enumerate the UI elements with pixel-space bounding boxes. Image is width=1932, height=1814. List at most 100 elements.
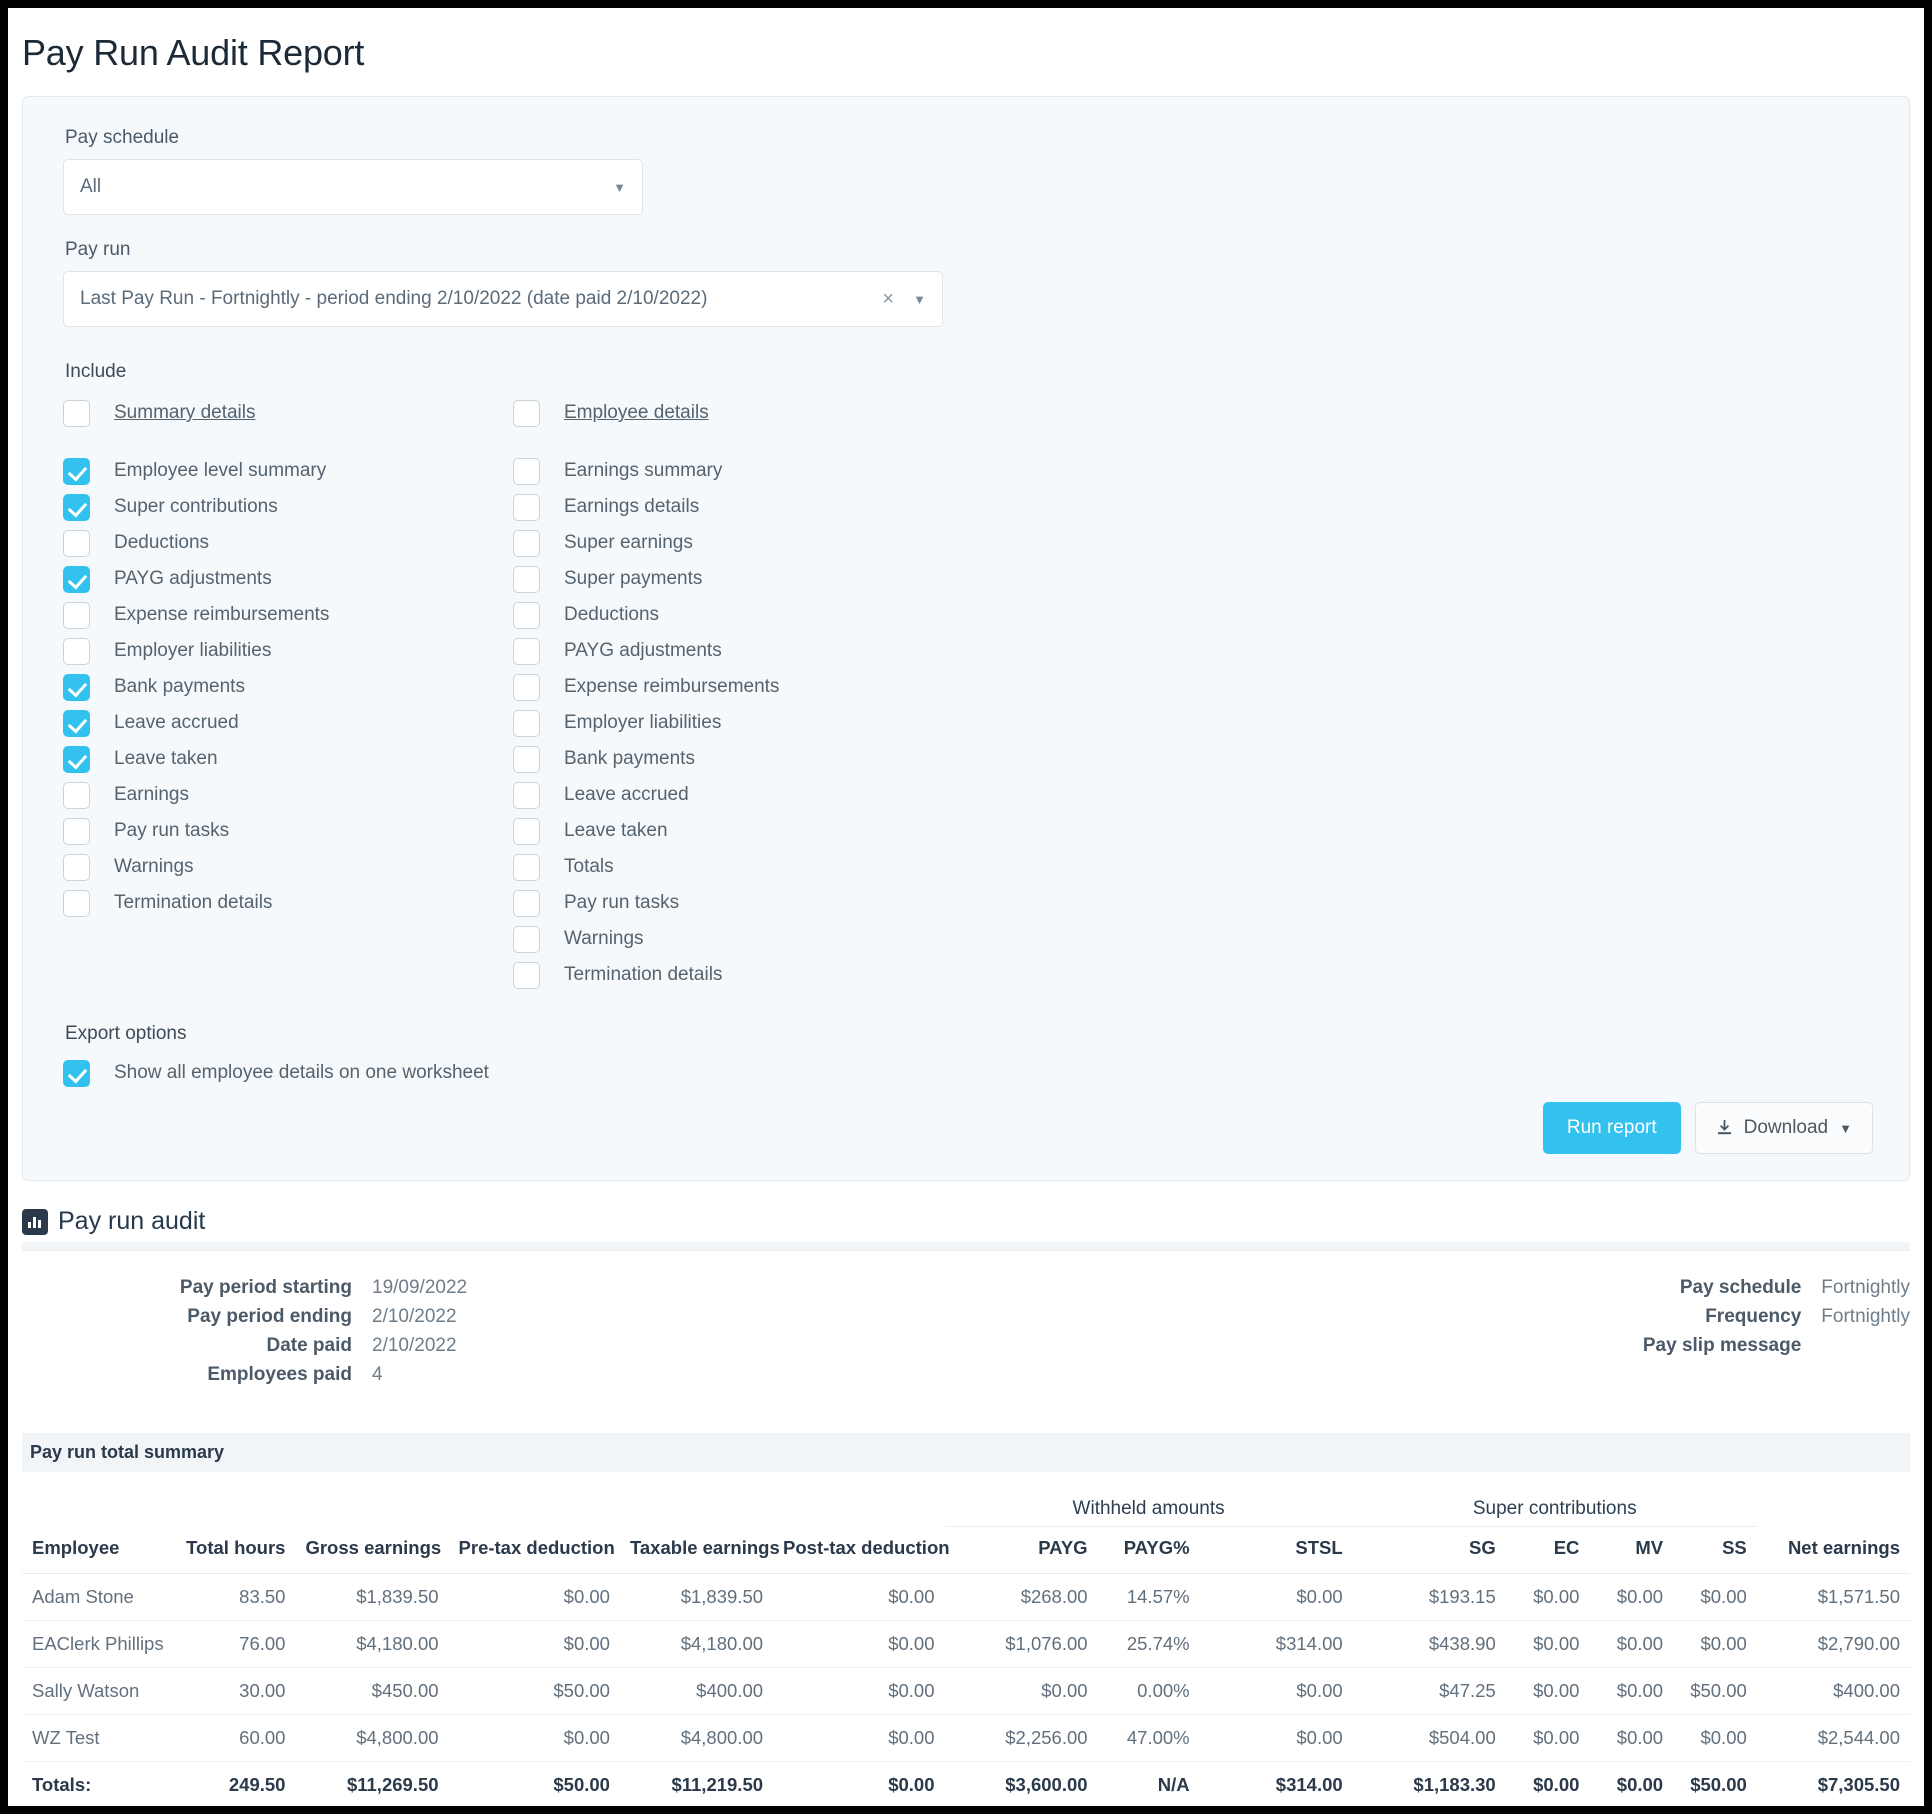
checkbox-summary-11[interactable] [63,853,90,881]
table-cell: $50.00 [448,1667,620,1715]
column-header: Net earnings [1756,1526,1910,1574]
meta-key: Pay period ending [187,1306,352,1327]
checkbox-employee-12[interactable] [513,889,540,917]
checkbox-summary-8[interactable] [63,745,90,773]
download-button[interactable]: Download ▼ [1694,1102,1873,1154]
checkbox-employee-4[interactable] [513,601,540,629]
checkbox-employee-8[interactable] [513,745,540,773]
table-cell: $1,571.50 [1756,1573,1910,1621]
table-cell: EAClerk Phillips [22,1620,176,1668]
checkbox-row-one-worksheet[interactable]: Show all employee details on one workshe… [63,1055,1869,1091]
label-employee-details[interactable]: Employee details [564,402,709,424]
checkbox-row[interactable]: Employee level summary [63,453,513,489]
column-header: EC [1505,1526,1590,1574]
table-cell: $0.00 [773,1620,945,1668]
table-cell: $0.00 [1505,1573,1590,1621]
checkbox-row-employee-details[interactable]: Employee details [513,395,963,431]
group-header-super: Super contributions [1352,1472,1757,1527]
table-cell: 60.00 [175,1714,296,1762]
checkbox-row[interactable]: Earnings details [513,489,963,525]
checkbox-row[interactable]: Pay run tasks [513,885,963,921]
table-cell: $0.00 [773,1714,945,1762]
checkbox-summary-12[interactable] [63,889,90,917]
checkbox-label: Termination details [114,892,273,913]
checkbox-row[interactable]: Bank payments [513,741,963,777]
column-header: Taxable earnings [619,1526,780,1574]
table-cell: $0.00 [1505,1620,1590,1668]
checkbox-employee-7[interactable] [513,709,540,737]
checkbox-employee-14[interactable] [513,961,540,989]
checkbox-row[interactable]: Employer liabilities [63,633,513,669]
checkbox-employee-13[interactable] [513,925,540,953]
checkbox-row[interactable]: Super payments [513,561,963,597]
column-header: SS [1673,1526,1757,1574]
checkbox-row[interactable]: Warnings [513,921,963,957]
checkbox-summary-7[interactable] [63,709,90,737]
table-cell: $47.25 [1352,1667,1506,1715]
checkbox-summary-9[interactable] [63,781,90,809]
pay-run-select[interactable]: Last Pay Run - Fortnightly - period endi… [63,271,943,327]
close-icon[interactable]: × [882,289,894,309]
checkbox-label: Warnings [564,928,644,949]
pay-schedule-select[interactable]: All ▼ [63,159,643,215]
checkbox-row[interactable]: Expense reimbursements [63,597,513,633]
checkbox-row[interactable]: Super earnings [513,525,963,561]
checkbox-summary-5[interactable] [63,637,90,665]
checkbox-summary-2[interactable] [63,529,90,557]
table-totals-cell: N/A [1097,1761,1200,1806]
checkbox-row[interactable]: Termination details [63,885,513,921]
checkbox-row[interactable]: Earnings [63,777,513,813]
checkbox-row[interactable]: Earnings summary [513,453,963,489]
checkbox-summary-6[interactable] [63,673,90,701]
meta-key: Pay period starting [179,1277,352,1298]
label-summary-details[interactable]: Summary details [114,402,256,424]
meta-key: Pay schedule [1679,1277,1802,1298]
checkbox-row[interactable]: Deductions [63,525,513,561]
checkbox-employee-2[interactable] [513,529,540,557]
checkbox-employee-6[interactable] [513,673,540,701]
download-icon [1717,1120,1731,1135]
checkbox-summary-details[interactable] [63,399,90,427]
checkbox-employee-5[interactable] [513,637,540,665]
checkbox-employee-1[interactable] [513,493,540,521]
checkbox-summary-0[interactable] [63,457,90,485]
checkbox-summary-10[interactable] [63,817,90,845]
checkbox-label: Super earnings [564,532,693,553]
checkbox-employee-details[interactable] [513,399,540,427]
checkbox-summary-3[interactable] [63,565,90,593]
checkbox-row[interactable]: Bank payments [63,669,513,705]
checkbox-row[interactable]: Super contributions [63,489,513,525]
checkbox-row[interactable]: Leave taken [513,813,963,849]
checkbox-row[interactable]: Termination details [513,957,963,993]
checkbox-employee-0[interactable] [513,457,540,485]
checkbox-row-summary-details[interactable]: Summary details [63,395,513,431]
table-totals-cell: $314.00 [1199,1761,1353,1806]
checkbox-row[interactable]: Leave accrued [513,777,963,813]
checkbox-row[interactable]: PAYG adjustments [63,561,513,597]
report-header: Pay run audit [22,1207,1910,1242]
checkbox-summary-1[interactable] [63,493,90,521]
checkbox-label: Employer liabilities [114,640,272,661]
meta-right-keys: Pay schedule Frequency Pay slip message [801,1273,1801,1389]
checkbox-row[interactable]: PAYG adjustments [513,633,963,669]
checkbox-one-worksheet[interactable] [63,1059,90,1087]
checkbox-employee-11[interactable] [513,853,540,881]
checkbox-row[interactable]: Pay run tasks [63,813,513,849]
meta-right-values: Fortnightly Fortnightly [1801,1273,1910,1389]
checkbox-employee-3[interactable] [513,565,540,593]
table-cell: $2,256.00 [944,1714,1098,1762]
column-header: MV [1589,1526,1674,1574]
checkbox-row[interactable]: Warnings [63,849,513,885]
checkbox-employee-9[interactable] [513,781,540,809]
download-button-label: Download [1743,1117,1829,1138]
checkbox-employee-10[interactable] [513,817,540,845]
checkbox-row[interactable]: Deductions [513,597,963,633]
checkbox-label: Leave accrued [114,712,239,733]
checkbox-row[interactable]: Leave taken [63,741,513,777]
checkbox-summary-4[interactable] [63,601,90,629]
run-report-button[interactable]: Run report [1542,1102,1681,1154]
checkbox-row[interactable]: Totals [513,849,963,885]
checkbox-row[interactable]: Leave accrued [63,705,513,741]
checkbox-row[interactable]: Expense reimbursements [513,669,963,705]
checkbox-row[interactable]: Employer liabilities [513,705,963,741]
